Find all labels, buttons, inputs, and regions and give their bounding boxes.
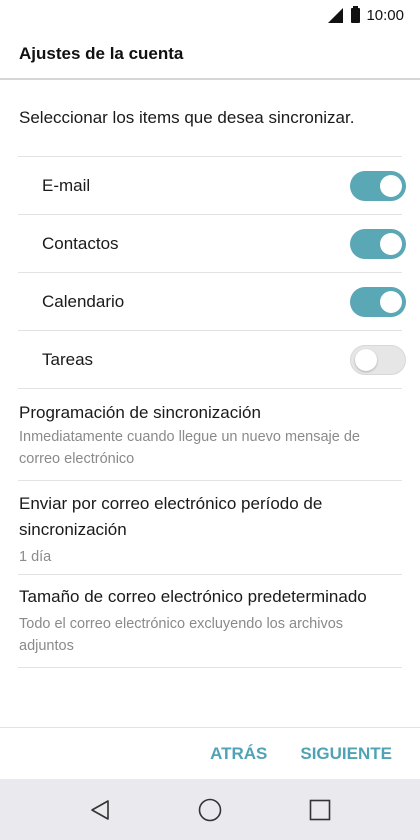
setting-value: Inmediatamente cuando llegue un nuevo me… bbox=[19, 429, 360, 467]
sync-schedule-setting[interactable]: Programación de sincronización Inmediata… bbox=[0, 389, 420, 480]
square-recents-icon bbox=[309, 799, 331, 820]
setting-title: Enviar por correo electrónico período de… bbox=[19, 494, 323, 539]
triangle-back-icon bbox=[91, 799, 109, 820]
system-nav-bar bbox=[0, 779, 420, 840]
bottom-actions: ATRÁS SIGUIENTE bbox=[0, 727, 420, 779]
divider bbox=[18, 667, 402, 668]
sync-label-tasks: Tareas bbox=[42, 349, 94, 369]
status-time: 10:00 bbox=[366, 6, 404, 24]
contacts-toggle[interactable] bbox=[350, 228, 406, 259]
nav-recents-button[interactable] bbox=[265, 779, 375, 840]
signal-icon bbox=[328, 7, 344, 23]
sync-period-setting[interactable]: Enviar por correo electrónico período de… bbox=[0, 481, 420, 574]
app-bar: Ajustes de la cuenta bbox=[0, 30, 420, 80]
sync-row-contacts[interactable]: Contactos bbox=[0, 215, 420, 272]
next-button[interactable]: SIGUIENTE bbox=[300, 744, 392, 764]
sync-row-email[interactable]: E-mail bbox=[0, 157, 420, 214]
sync-row-calendar[interactable]: Calendario bbox=[0, 273, 420, 330]
toggle-knob bbox=[380, 290, 402, 313]
status-bar: 10:00 bbox=[0, 0, 420, 30]
email-size-setting[interactable]: Tamaño de correo electrónico predetermin… bbox=[0, 575, 420, 667]
setting-value: 1 día bbox=[19, 549, 52, 565]
settings-content: Seleccionar los items que desea sincroni… bbox=[0, 80, 420, 668]
toggle-knob bbox=[355, 348, 377, 371]
back-button[interactable]: ATRÁS bbox=[210, 744, 267, 764]
tasks-toggle[interactable] bbox=[350, 344, 406, 375]
sync-label-calendar: Calendario bbox=[42, 291, 125, 311]
sync-row-tasks[interactable]: Tareas bbox=[0, 331, 420, 388]
sync-label-contacts: Contactos bbox=[42, 233, 119, 253]
toggle-knob bbox=[380, 232, 402, 255]
nav-back-button[interactable] bbox=[45, 779, 155, 840]
setting-value: Todo el correo electrónico excluyendo lo… bbox=[19, 616, 344, 654]
sync-label-email: E-mail bbox=[42, 175, 91, 195]
circle-home-icon bbox=[198, 798, 222, 821]
nav-home-button[interactable] bbox=[155, 779, 265, 840]
setting-title: Tamaño de correo electrónico predetermin… bbox=[19, 587, 367, 606]
page-title: Ajustes de la cuenta bbox=[19, 44, 184, 63]
battery-icon bbox=[351, 5, 361, 23]
setting-title: Programación de sincronización bbox=[19, 403, 261, 422]
sync-instructions: Seleccionar los items que desea sincroni… bbox=[19, 108, 355, 127]
calendar-toggle[interactable] bbox=[350, 286, 406, 317]
toggle-knob bbox=[380, 174, 402, 197]
email-toggle[interactable] bbox=[350, 170, 406, 201]
